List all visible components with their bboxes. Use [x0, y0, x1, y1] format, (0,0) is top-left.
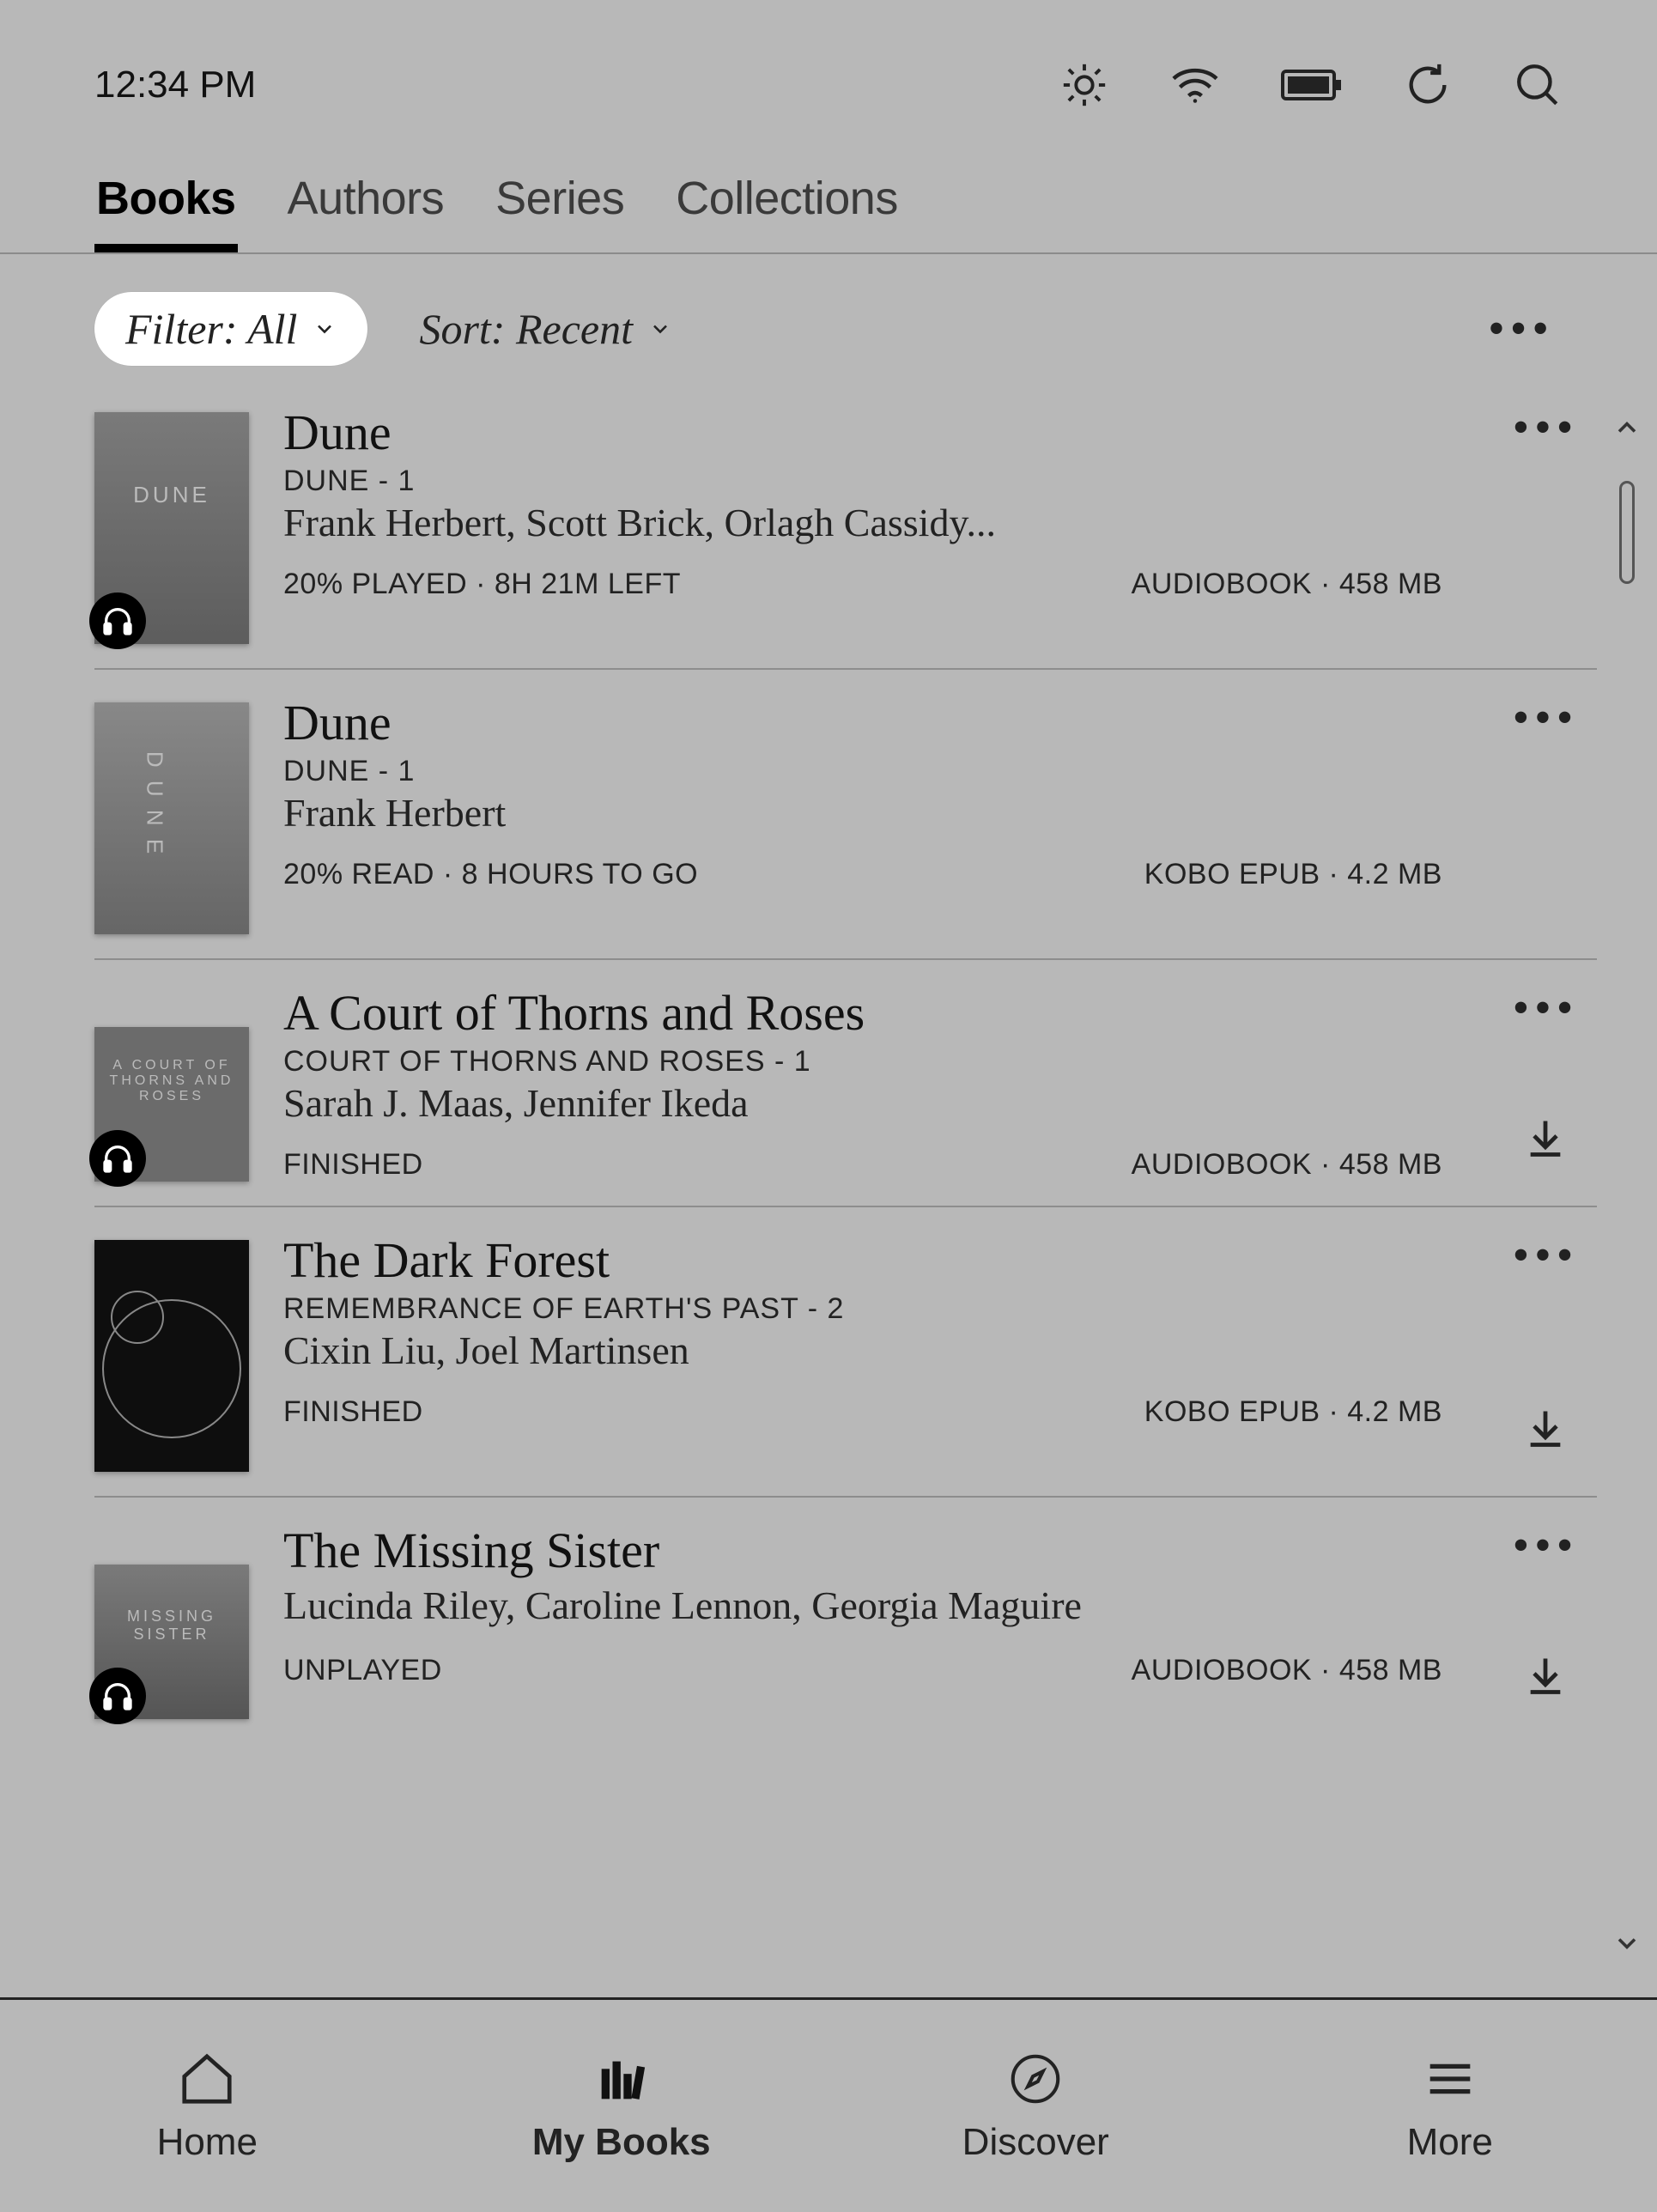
sort-dropdown[interactable]: Sort: Recent: [419, 304, 672, 354]
book-format: AUDIOBOOK · 458 MB: [1132, 568, 1442, 601]
book-progress: UNPLAYED: [283, 1654, 442, 1687]
scroll-up-icon[interactable]: [1611, 412, 1642, 447]
book-cover[interactable]: MISSING SISTER: [94, 1565, 249, 1719]
book-authors: Frank Herbert: [283, 790, 1442, 836]
library-tabs: Books Authors Series Collections: [0, 136, 1657, 254]
book-row[interactable]: A COURT OF THORNS AND ROSES A Court of T…: [94, 960, 1597, 1207]
download-icon[interactable]: [1523, 1653, 1568, 1702]
book-row[interactable]: MISSING SISTER The Missing Sister Lucind…: [94, 1498, 1597, 1743]
headphones-icon: [89, 1130, 146, 1187]
download-icon[interactable]: [1523, 1115, 1568, 1164]
filter-sort-bar: Filter: All Sort: Recent •••: [0, 254, 1657, 404]
book-progress: 20% READ · 8 HOURS TO GO: [283, 858, 698, 891]
nav-my-books[interactable]: My Books: [415, 2000, 829, 2212]
ereader-screen: 12:34 PM: [0, 0, 1657, 2212]
book-more-button[interactable]: •••: [1513, 1249, 1579, 1263]
tab-collections[interactable]: Collections: [674, 153, 900, 252]
bottom-nav: Home My Books Discover More: [0, 1997, 1657, 2212]
book-title: The Dark Forest: [283, 1231, 1442, 1289]
book-format: KOBO EPUB · 4.2 MB: [1144, 1395, 1442, 1429]
book-format: AUDIOBOOK · 458 MB: [1132, 1654, 1442, 1687]
book-series: REMEMBRANCE OF EARTH'S PAST - 2: [283, 1292, 1442, 1326]
tab-authors[interactable]: Authors: [286, 153, 446, 252]
book-format: KOBO EPUB · 4.2 MB: [1144, 858, 1442, 891]
book-format: AUDIOBOOK · 458 MB: [1132, 1148, 1442, 1182]
compass-icon: [1005, 2049, 1065, 2109]
scroll-thumb[interactable]: [1619, 481, 1635, 584]
book-title: The Missing Sister: [283, 1522, 1442, 1579]
book-cover[interactable]: A COURT OF THORNS AND ROSES: [94, 1027, 249, 1182]
view-options-button[interactable]: •••: [1488, 301, 1563, 356]
book-row[interactable]: The Dark Forest REMEMBRANCE OF EARTH'S P…: [94, 1207, 1597, 1498]
filter-dropdown[interactable]: Filter: All: [94, 292, 367, 366]
book-progress: 20% PLAYED · 8H 21M LEFT: [283, 568, 681, 601]
filter-label: Filter: All: [125, 304, 297, 354]
book-title: A Court of Thorns and Roses: [283, 984, 1442, 1042]
status-icons: [1059, 60, 1563, 110]
library-icon: [592, 2049, 652, 2109]
book-authors: Sarah J. Maas, Jennifer Ikeda: [283, 1080, 1442, 1126]
book-authors: Lucinda Riley, Caroline Lennon, Georgia …: [283, 1583, 1442, 1628]
brightness-icon[interactable]: [1059, 60, 1109, 110]
nav-label: Home: [157, 2121, 258, 2164]
nav-more[interactable]: More: [1243, 2000, 1657, 2212]
search-icon[interactable]: [1513, 60, 1563, 110]
wifi-icon[interactable]: [1169, 64, 1221, 106]
book-progress: FINISHED: [283, 1395, 423, 1429]
home-icon: [177, 2049, 237, 2109]
chevron-down-icon: [313, 317, 337, 341]
battery-icon: [1281, 68, 1343, 102]
book-more-button[interactable]: •••: [1513, 421, 1579, 435]
sort-label: Sort: Recent: [419, 304, 633, 354]
chevron-down-icon: [648, 317, 672, 341]
nav-home[interactable]: Home: [0, 2000, 415, 2212]
book-list: DUNE Dune DUNE - 1 Frank Herbert, Scott …: [94, 404, 1597, 1997]
headphones-icon: [89, 1668, 146, 1724]
sync-icon[interactable]: [1403, 60, 1453, 110]
book-progress: FINISHED: [283, 1148, 423, 1182]
status-time: 12:34 PM: [94, 64, 256, 106]
tab-series[interactable]: Series: [494, 153, 626, 252]
book-series: DUNE - 1: [283, 755, 1442, 788]
book-cover[interactable]: [94, 1240, 249, 1472]
book-series: DUNE - 1: [283, 465, 1442, 498]
book-row[interactable]: D U N E Dune DUNE - 1 Frank Herbert 20% …: [94, 670, 1597, 960]
book-more-button[interactable]: •••: [1513, 1539, 1579, 1553]
nav-label: More: [1407, 2121, 1493, 2164]
book-series: COURT OF THORNS AND ROSES - 1: [283, 1045, 1442, 1079]
nav-label: My Books: [532, 2121, 711, 2164]
nav-discover[interactable]: Discover: [828, 2000, 1243, 2212]
book-authors: Cixin Liu, Joel Martinsen: [283, 1328, 1442, 1373]
book-cover[interactable]: DUNE: [94, 412, 249, 644]
menu-icon: [1420, 2049, 1480, 2109]
scrollbar[interactable]: [1597, 404, 1657, 1997]
book-row[interactable]: DUNE Dune DUNE - 1 Frank Herbert, Scott …: [94, 404, 1597, 670]
download-icon[interactable]: [1523, 1406, 1568, 1455]
book-more-button[interactable]: •••: [1513, 711, 1579, 726]
nav-label: Discover: [962, 2121, 1109, 2164]
book-cover[interactable]: D U N E: [94, 702, 249, 934]
book-more-button[interactable]: •••: [1513, 1001, 1579, 1016]
headphones-icon: [89, 592, 146, 649]
book-authors: Frank Herbert, Scott Brick, Orlagh Cassi…: [283, 500, 1442, 545]
status-bar: 12:34 PM: [0, 0, 1657, 136]
book-title: Dune: [283, 694, 1442, 751]
tab-books[interactable]: Books: [94, 153, 238, 252]
book-title: Dune: [283, 404, 1442, 461]
scroll-down-icon[interactable]: [1611, 1928, 1642, 1963]
